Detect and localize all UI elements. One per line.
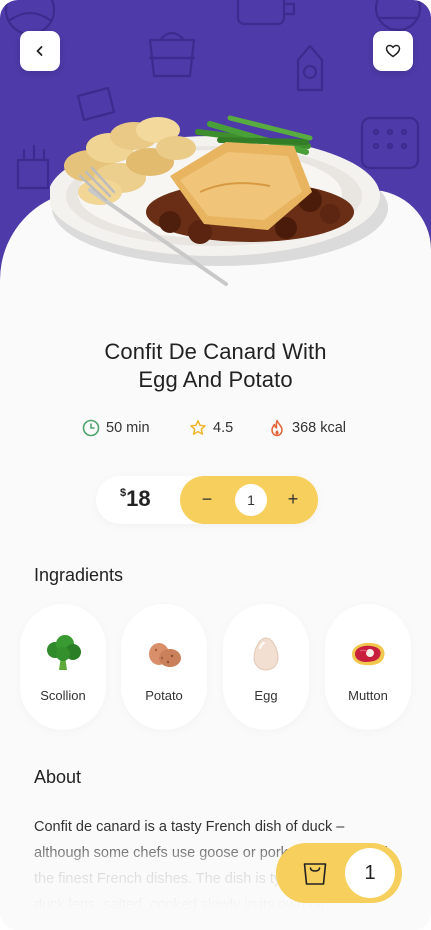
price-currency: $ [120, 487, 127, 499]
potato-icon [149, 643, 181, 667]
ingredients-list: Scollion Potato Egg Mutton [0, 604, 431, 734]
dish-title: Confit De Canard With Egg And Potato [40, 338, 391, 394]
dish-title-line-2: Egg And Potato [138, 367, 293, 392]
quantity-value: 1 [235, 484, 267, 516]
ingredients-heading: Ingradients [34, 565, 124, 585]
price-amount: 18 [126, 486, 151, 511]
dish-title-line-1: Confit De Canard With [104, 339, 327, 364]
rating: 4.5 [189, 419, 233, 437]
shopping-bag-icon [303, 863, 327, 885]
cart-count: 1 [345, 848, 395, 898]
ingredient-card-potato[interactable]: Potato [121, 604, 207, 730]
ingredient-label: Mutton [348, 688, 388, 703]
recipe-screen: Confit De Canard With Egg And Potato 50 … [0, 0, 431, 930]
cook-time: 50 min [82, 419, 150, 437]
steak-icon [352, 642, 385, 666]
decrease-quantity-button[interactable]: − [195, 488, 219, 512]
heart-icon [385, 44, 401, 58]
quantity-stepper: − 1 + [180, 476, 318, 524]
ingredient-label: Egg [254, 688, 278, 703]
ingredient-card-egg[interactable]: Egg [223, 604, 309, 730]
calories: 368 kcal [268, 419, 346, 437]
broccoli-icon [47, 635, 81, 670]
increase-quantity-button[interactable]: + [281, 488, 305, 512]
cook-time-value: 50 min [106, 420, 150, 436]
about-heading: About [34, 767, 82, 787]
ingredient-card-mutton[interactable]: Mutton [325, 604, 411, 730]
ingredient-card-scollion[interactable]: Scollion [20, 604, 106, 730]
back-button[interactable] [20, 31, 60, 71]
calories-value: 368 kcal [292, 420, 347, 436]
ingredient-label: Potato [145, 688, 183, 703]
flame-icon [271, 419, 283, 437]
clock-icon [82, 419, 100, 437]
price: $18 [120, 486, 151, 512]
favorite-button[interactable] [373, 31, 413, 71]
cart-button[interactable]: 1 [276, 843, 402, 903]
dish-image [50, 115, 388, 286]
ingredient-label: Scollion [40, 688, 86, 703]
rating-value: 4.5 [213, 420, 234, 436]
egg-icon [253, 637, 279, 671]
chevron-left-icon [36, 46, 43, 56]
star-icon [190, 420, 206, 435]
dish-stats: 50 min 4.5 368 kcal [0, 419, 431, 443]
